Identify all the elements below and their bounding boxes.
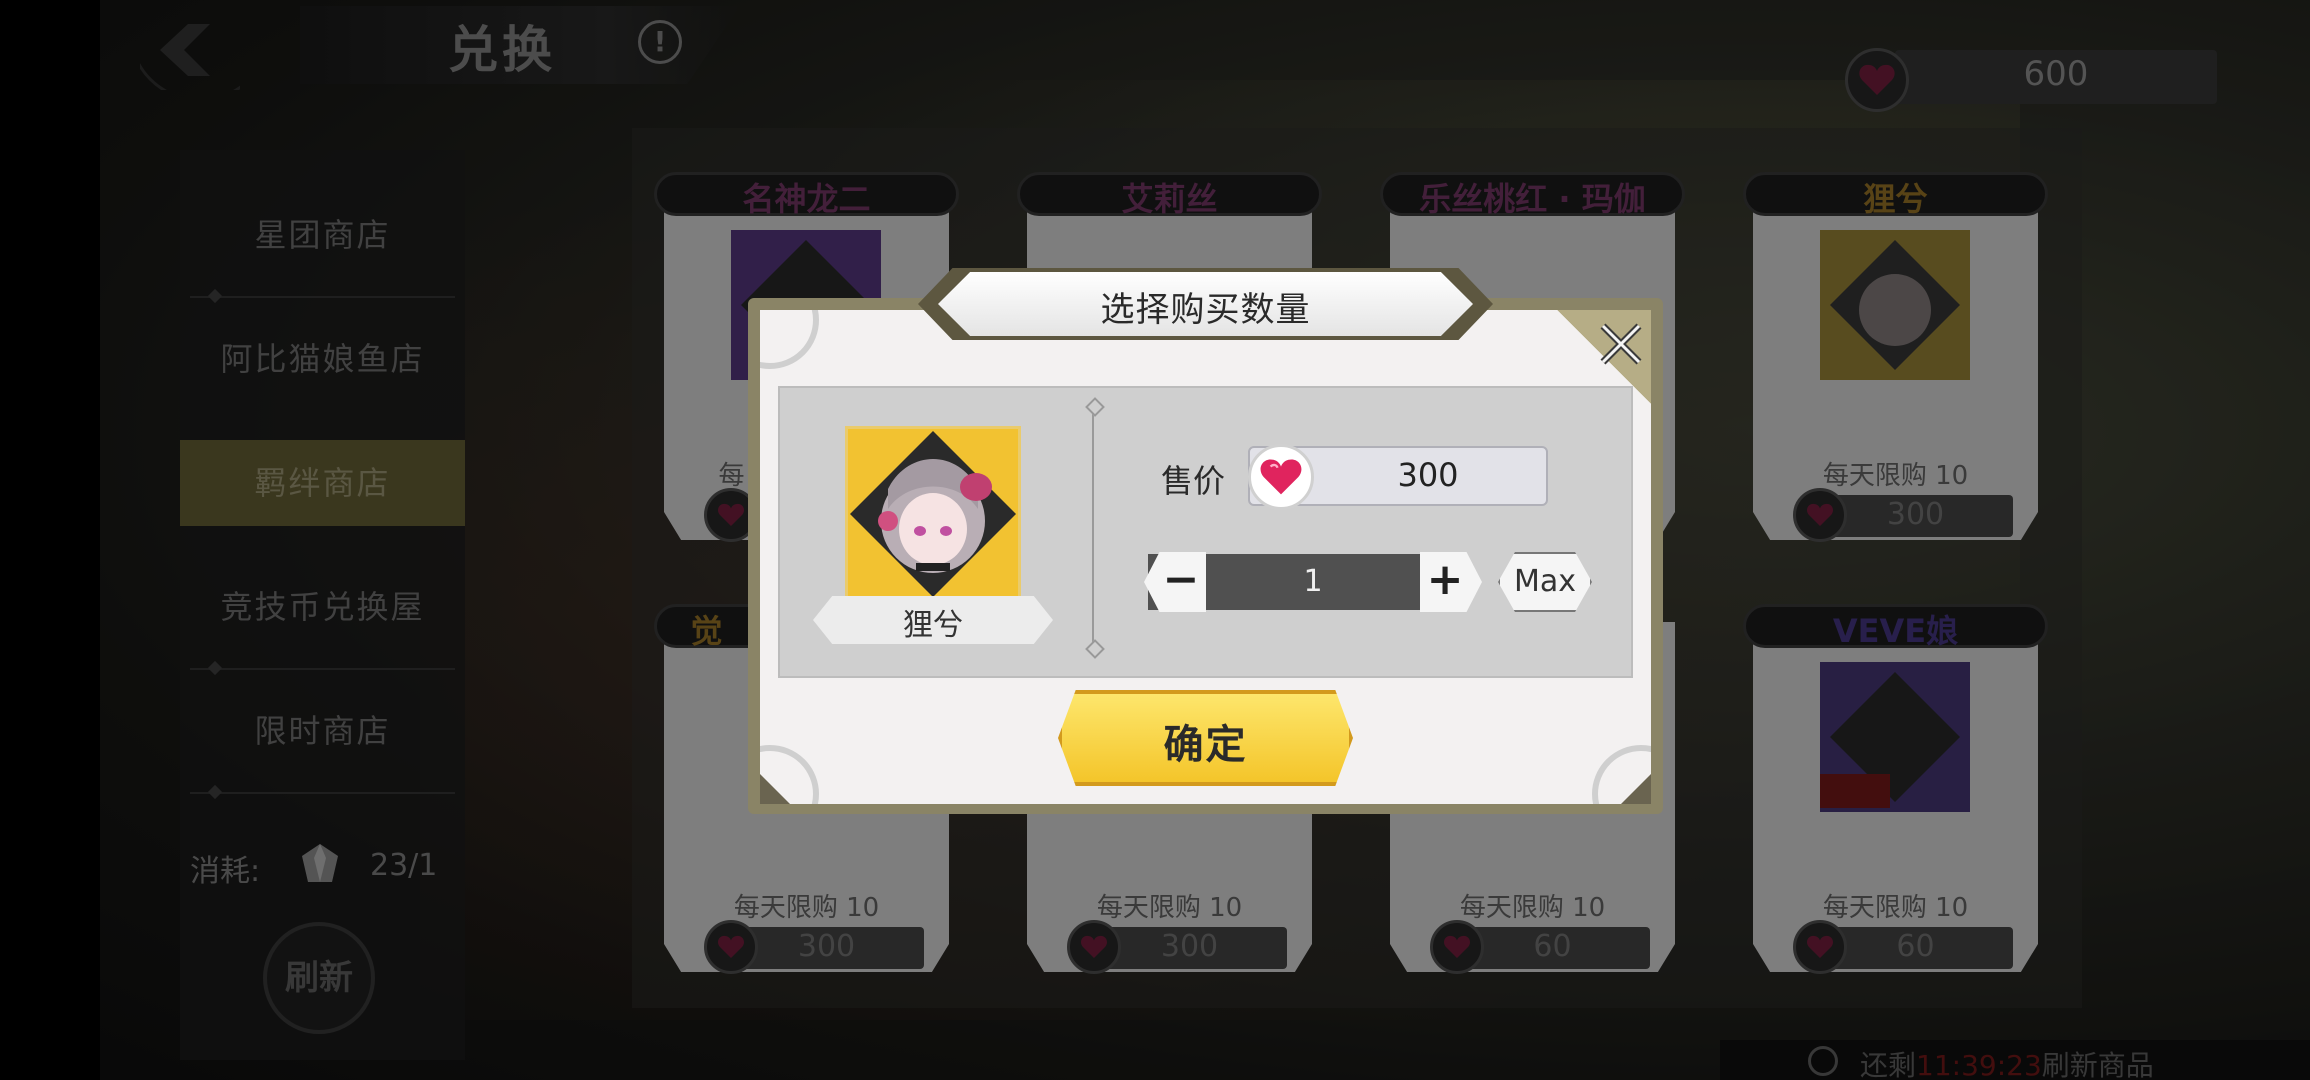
price-label: 售价: [1161, 462, 1226, 500]
dialog-header: 选择购买数量: [918, 268, 1493, 340]
heart-icon: [1248, 444, 1314, 510]
corner-ornament: [1592, 745, 1651, 804]
quantity-value[interactable]: 1: [1206, 564, 1420, 599]
item-name: 狸兮: [903, 608, 963, 643]
item-portrait: [845, 426, 1021, 602]
max-button[interactable]: Max: [1498, 552, 1592, 612]
confirm-label: 确定: [1163, 722, 1248, 768]
purchase-quantity-dialog: 选择购买数量 狸兮 售价 300 − 1 + Max 确定: [748, 268, 1663, 814]
dialog-title: 选择购买数量: [1100, 290, 1311, 330]
corner-ornament: [760, 310, 819, 369]
close-icon[interactable]: [1593, 316, 1649, 372]
corner-ornament: [760, 745, 819, 804]
divider: [1092, 408, 1094, 648]
price-value: 300: [1397, 456, 1459, 494]
